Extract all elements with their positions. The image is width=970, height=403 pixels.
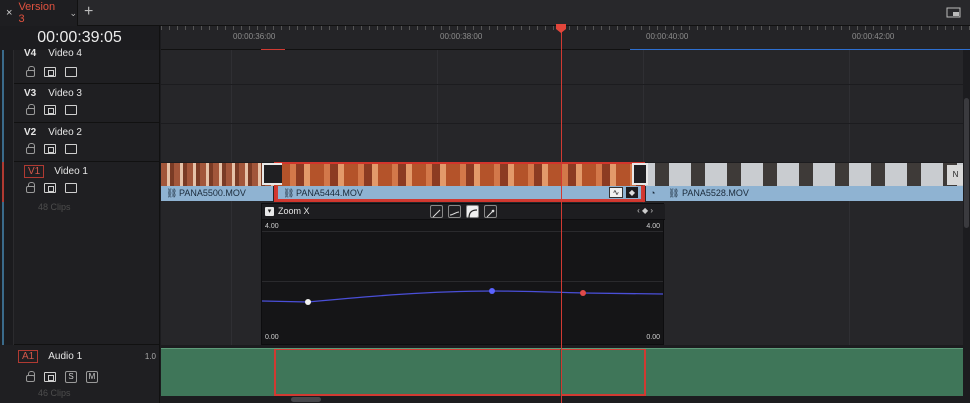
window-icon[interactable] xyxy=(944,5,964,21)
vertical-scrollbar[interactable] xyxy=(963,50,970,403)
timeline-ruler[interactable]: 00:00:36:00 00:00:38:00 00:00:40:00 00:0… xyxy=(161,26,970,50)
clip-edge-marker: N xyxy=(947,165,964,185)
track-header-v4[interactable]: V4 Video 4 xyxy=(14,44,160,84)
clip-thumbnails-pana5500[interactable] xyxy=(161,163,274,186)
chevron-down-icon[interactable]: ⌄ xyxy=(69,8,77,19)
clip-count: 46 Clips xyxy=(38,388,71,398)
lock-icon[interactable] xyxy=(26,104,35,115)
track-color-strip xyxy=(0,50,14,345)
monitor-icon[interactable] xyxy=(65,144,77,154)
clip-name-pana5500[interactable]: ⛓ PANA5500.MOV xyxy=(161,186,273,201)
track-divider xyxy=(161,84,970,85)
lock-icon[interactable] xyxy=(26,143,35,154)
track-indicator-v1 xyxy=(2,162,4,202)
monitor-icon[interactable] xyxy=(65,183,77,193)
track-controls xyxy=(26,182,77,193)
monitor-icon[interactable] xyxy=(65,67,77,77)
track-header-a1[interactable]: A1 Audio 1 1.0 S M 46 Clips xyxy=(14,346,160,403)
playhead[interactable] xyxy=(561,32,562,403)
track-indicator xyxy=(2,202,4,345)
ruler-label: 00:00:42:00 xyxy=(852,32,895,41)
auto-select-icon[interactable] xyxy=(44,372,56,382)
keyframe-point xyxy=(489,288,495,294)
track-name-v3: V3 Video 3 xyxy=(24,88,82,99)
track-header-v3[interactable]: V3 Video 3 xyxy=(14,84,160,123)
track-controls: S M xyxy=(26,371,98,383)
ruler-label: 00:00:38:00 xyxy=(440,32,483,41)
horizontal-scrollbar[interactable] xyxy=(161,396,964,403)
solo-button[interactable]: S xyxy=(65,371,77,383)
track-divider xyxy=(161,123,970,124)
tab-label: Version 3 xyxy=(18,1,56,25)
link-icon: ⛓ xyxy=(283,188,295,198)
ruler-label: 00:00:40:00 xyxy=(646,32,689,41)
audio-clip-selected[interactable] xyxy=(274,349,646,396)
lock-icon[interactable] xyxy=(26,182,35,193)
scrollbar-thumb[interactable] xyxy=(964,98,969,228)
track-indicator xyxy=(2,50,4,162)
auto-select-icon[interactable] xyxy=(44,183,56,193)
link-icon: ⛓ xyxy=(166,188,178,198)
speed-icon: ◔ xyxy=(650,188,656,198)
track-id-v1[interactable]: V1 xyxy=(24,165,45,178)
keyframe-point xyxy=(580,290,586,296)
lock-icon[interactable] xyxy=(26,66,35,77)
track-header-v2[interactable]: V2 Video 2 xyxy=(14,123,160,162)
clip-name-pana5444[interactable]: ⛓ PANA5444.MOV ∿ ◆ xyxy=(276,186,643,201)
audio-level: 1.0 xyxy=(144,352,156,361)
track-name-v4: V4 Video 4 xyxy=(24,48,82,59)
auto-select-icon[interactable] xyxy=(44,67,56,77)
transition-handle[interactable] xyxy=(632,163,648,185)
keyframe-point xyxy=(305,299,311,305)
auto-select-icon[interactable] xyxy=(44,144,56,154)
track-name-a1: A1 Audio 1 xyxy=(18,350,82,363)
curve-editor[interactable]: ▾ Zoom X ‹ ◆ › 4.00 4.00 0.00 0.00 xyxy=(261,203,665,345)
add-tab-icon[interactable]: + xyxy=(84,3,100,21)
lock-icon[interactable] xyxy=(26,371,35,382)
keyframe-icon[interactable]: ◆ xyxy=(626,187,638,198)
mute-button[interactable]: M xyxy=(86,371,98,383)
curve-toggle-icon[interactable]: ∿ xyxy=(609,187,623,198)
close-icon[interactable]: × xyxy=(6,7,12,19)
scrollbar-thumb[interactable] xyxy=(291,397,321,402)
track-controls xyxy=(26,66,77,77)
link-icon: ⛓ xyxy=(668,188,680,198)
ruler-label: 00:00:36:00 xyxy=(233,32,276,41)
track-header-v1[interactable]: V1 Video 1 48 Clips xyxy=(14,162,160,345)
tab-version-3[interactable]: × Version 3 ⌄ xyxy=(0,0,78,26)
clip-count: 48 Clips xyxy=(38,202,71,212)
audio-track-a1[interactable] xyxy=(161,348,964,396)
tab-bar: × Version 3 ⌄ + xyxy=(0,0,970,26)
clip-thumbnails-pana5528[interactable] xyxy=(645,163,964,186)
transition-handle[interactable] xyxy=(262,163,282,185)
track-id-a1[interactable]: A1 xyxy=(18,350,39,363)
track-name-v1: V1 Video 1 xyxy=(24,165,88,178)
monitor-icon[interactable] xyxy=(65,105,77,115)
track-controls xyxy=(26,143,77,154)
curve-graph[interactable] xyxy=(262,204,663,344)
curve-line xyxy=(262,290,663,303)
track-controls xyxy=(26,104,77,115)
timeline-window: × Version 3 ⌄ + 00:00:39:05 00:00:36:00 … xyxy=(0,0,970,403)
clip-name-pana5528[interactable]: ◔ ⛓ PANA5528.MOV xyxy=(646,186,964,201)
auto-select-icon[interactable] xyxy=(44,105,56,115)
track-name-v2: V2 Video 2 xyxy=(24,127,82,138)
